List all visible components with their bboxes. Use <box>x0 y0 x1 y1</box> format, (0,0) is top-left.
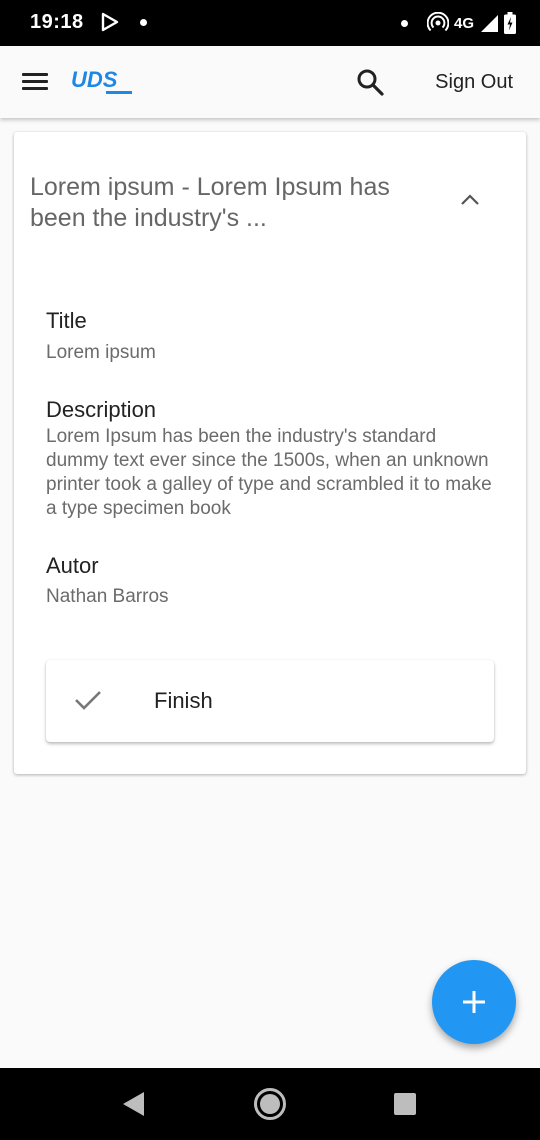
field-label-description: Description <box>46 397 157 422</box>
battery-icon <box>504 12 516 34</box>
uds-logo: UDS <box>71 67 132 94</box>
logo-text: UDS <box>71 67 118 92</box>
back-icon[interactable] <box>122 1091 146 1117</box>
status-indicators: 4G <box>400 10 516 36</box>
sign-out-button[interactable]: Sign Out <box>435 71 513 94</box>
notification-dot-icon <box>400 19 408 27</box>
hotspot-icon <box>426 12 449 32</box>
recent-apps-icon[interactable] <box>394 1093 416 1115</box>
status-time: 19:18 <box>30 11 84 33</box>
field-value-description: Lorem Ipsum has been the industry's stan… <box>46 426 492 519</box>
app-bar: UDS Sign Out <box>0 46 540 118</box>
add-button[interactable] <box>432 960 516 1044</box>
status-bar: 19:18 4G <box>0 0 540 46</box>
card-title: Lorem ipsum - Lorem Ipsum has been the i… <box>30 173 390 232</box>
field-value-autor: Nathan Barros <box>46 586 169 607</box>
menu-icon[interactable] <box>20 70 50 94</box>
card-header[interactable]: Lorem ipsum - Lorem Ipsum has been the i… <box>14 132 526 262</box>
notification-dot-icon <box>140 19 147 26</box>
field-label-autor: Autor <box>46 553 99 578</box>
play-store-icon <box>101 12 119 32</box>
system-nav-bar <box>0 1068 540 1140</box>
field-label-title: Title <box>46 308 87 333</box>
finish-button[interactable]: Finish <box>46 660 494 742</box>
finish-label: Finish <box>154 688 213 713</box>
search-icon[interactable] <box>355 67 385 97</box>
task-card: Lorem ipsum - Lorem Ipsum has been the i… <box>14 132 526 774</box>
network-type: 4G <box>453 14 474 32</box>
check-icon <box>75 691 101 710</box>
home-icon[interactable] <box>253 1087 287 1121</box>
field-value-title: Lorem ipsum <box>46 342 156 363</box>
signal-icon <box>481 15 498 32</box>
plus-icon <box>463 991 485 1013</box>
chevron-up-icon[interactable] <box>458 192 482 208</box>
